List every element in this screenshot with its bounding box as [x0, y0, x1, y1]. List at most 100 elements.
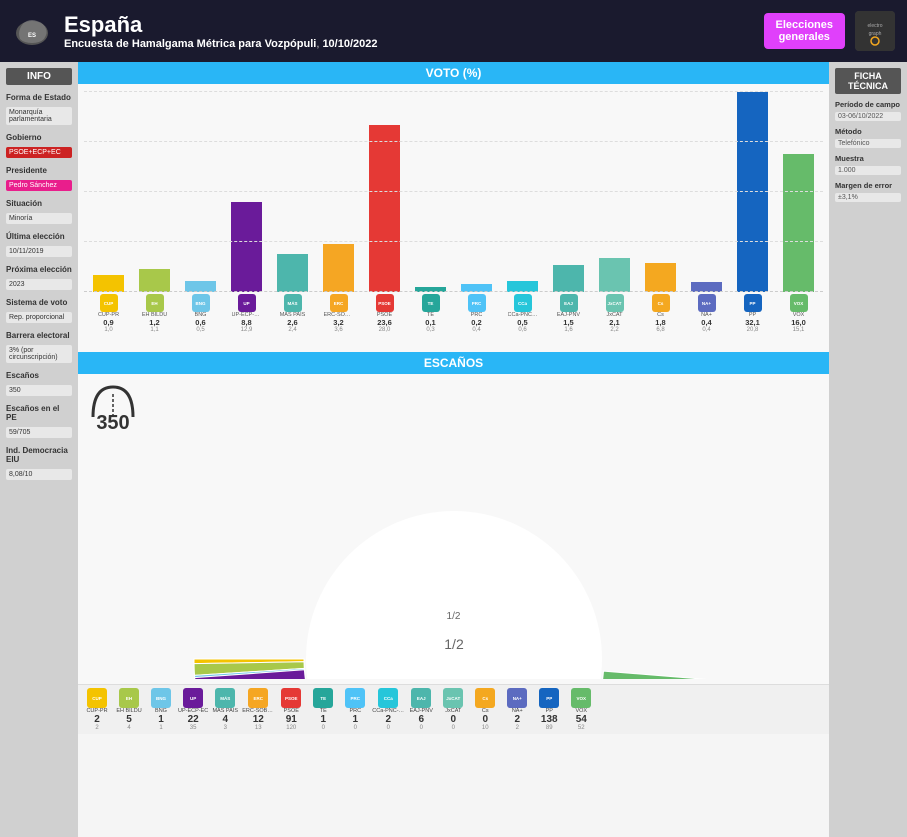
- content-area: INFO Forma de Estado Monarquía parlament…: [0, 62, 907, 837]
- presidente-value: Pedro Sánchez: [6, 180, 72, 191]
- seats-sub-up-ecp-ec: 35: [190, 725, 197, 731]
- header-text: España Encuesta de Hamalgama Métrica par…: [64, 12, 378, 50]
- party-vote-subvalue-erc-sobirani: 3,6: [334, 327, 342, 333]
- seats-item-vox: VOXVOX5452: [566, 688, 596, 731]
- party-vote-value-na+: 0,4: [701, 318, 711, 327]
- voto-section: VOTO (%): [78, 62, 829, 352]
- seats-item-erc-sobirani: ERCERC-SOBIRANI1213: [242, 688, 274, 731]
- party-icon-pp: PP: [744, 294, 762, 312]
- total-seats-number: 350: [96, 412, 129, 435]
- parliament-container: 350 1/2 1/2: [78, 374, 829, 684]
- party-values-bar: 0,91,01,21,10,60,58,812,92,62,43,23,623,…: [84, 318, 823, 333]
- party-vote-subvalue-más pais: 2,4: [288, 327, 296, 333]
- header-right: Elecciones generales electro graph: [764, 11, 895, 51]
- seats-sub-prc: 0: [354, 725, 357, 731]
- seats-value-bng: 1: [158, 714, 164, 725]
- media-name: Vozpópuli: [265, 38, 317, 50]
- ultima-value: 10/11/2019: [6, 246, 72, 257]
- party-vote-value-prc: 0,2: [471, 318, 481, 327]
- party-vote-subvalue-pp: 20,8: [747, 327, 759, 333]
- seats-item-te: TETE10: [308, 688, 338, 731]
- seats-sub-te: 0: [322, 725, 325, 731]
- metodo-value: Telefónico: [835, 139, 901, 148]
- party-vote-subvalue-bng: 0,5: [196, 327, 204, 333]
- survey-date: 10/10/2022: [322, 38, 377, 50]
- party-vote-value-vox: 16,0: [791, 318, 806, 327]
- party-icon-eaj-pnv: EAJ: [560, 294, 578, 312]
- periodo-label: Período de campo: [835, 100, 901, 109]
- grid-line-25: [84, 241, 823, 242]
- ind-demo-value: 8,08/10: [6, 469, 72, 480]
- party-vote-value-psoe: 23,6: [377, 318, 392, 327]
- seats-sub-eaj-pnv: 0: [420, 725, 423, 731]
- party-vote-value-erc-sobirani: 3,2: [333, 318, 343, 327]
- seats-item-psoe: PSOEPSOE91120: [276, 688, 306, 731]
- party-vote-subvalue-eh bildu: 1,1: [150, 327, 158, 333]
- proxima-label: Próxima elección: [6, 265, 72, 274]
- seats-item-más pais: MÁSMÁS PAIS43: [210, 688, 240, 731]
- party-vote-value-eh bildu: 1,2: [149, 318, 159, 327]
- seats-item-eaj-pnv: EAJEAJ-PNV60: [406, 688, 436, 731]
- seats-sub-erc-sobirani: 13: [255, 725, 262, 731]
- party-icon-cca-pnc-nc: CCa: [514, 294, 532, 312]
- margen-label: Margen de error: [835, 181, 901, 190]
- seats-icon-pp: PP: [539, 688, 559, 708]
- seats-icon-más pais: MÁS: [215, 688, 235, 708]
- party-icon-te: TE: [422, 294, 440, 312]
- seats-icon-cup-pr: CUP: [87, 688, 107, 708]
- seats-item-jxcat: JxCATJxCAT00: [438, 688, 468, 731]
- grid-line-75: [84, 141, 823, 142]
- seats-sub-bng: 1: [159, 725, 162, 731]
- periodo-value: 03-06/10/2022: [835, 112, 901, 121]
- party-icon-bng: BNG: [192, 294, 210, 312]
- seats-item-na+: NA+NA+22: [502, 688, 532, 731]
- seats-item-up-ecp-ec: UPUP-ECP-EC2235: [178, 688, 208, 731]
- svg-text:graph: graph: [869, 31, 882, 37]
- party-vote-subvalue-prc: 0,4: [472, 327, 480, 333]
- survey-text: Encuesta de: [64, 38, 129, 50]
- proxima-value: 2023: [6, 279, 72, 290]
- seats-value-na+: 2: [514, 714, 520, 725]
- seats-value-cup-pr: 2: [94, 714, 100, 725]
- party-icon-prc: PRC: [468, 294, 486, 312]
- seats-icon-te: TE: [313, 688, 333, 708]
- party-vote-value-eaj-pnv: 1,5: [563, 318, 573, 327]
- seats-value-pp: 138: [541, 714, 558, 725]
- total-seats-display: 350: [88, 382, 138, 435]
- seats-item-prc: PRCPRC10: [340, 688, 370, 731]
- seats-item-eh bildu: EHEH BILDU54: [114, 688, 144, 731]
- party-vote-value-más pais: 2,6: [287, 318, 297, 327]
- seats-sub-vox: 52: [578, 725, 585, 731]
- center-label: 1/2: [447, 611, 461, 622]
- seats-value-te: 1: [320, 714, 326, 725]
- seats-item-bng: BNGBNG11: [146, 688, 176, 731]
- header: ES España Encuesta de Hamalgama Métrica …: [0, 0, 907, 62]
- seats-value-eaj-pnv: 6: [418, 714, 424, 725]
- party-vote-subvalue-vox: 15,1: [793, 327, 805, 333]
- escanos-section: ESCAÑOS 350 1/2: [78, 352, 829, 837]
- party-vote-value-pp: 32,1: [745, 318, 760, 327]
- grid-line-bottom: [84, 291, 823, 292]
- seats-icon-eaj-pnv: EAJ: [411, 688, 431, 708]
- forma-estado-value: Monarquía parlamentaria: [6, 107, 72, 125]
- seats-icon-erc-sobirani: ERC: [248, 688, 268, 708]
- parliament-svg: 1/2: [154, 379, 754, 679]
- svg-text:1/2: 1/2: [444, 636, 464, 652]
- party-vote-value-cs: 1,8: [655, 318, 665, 327]
- seats-item-cup-pr: CUPCUP-PR22: [82, 688, 112, 731]
- seats-value-psoe: 91: [286, 714, 297, 725]
- seats-sub-cca-pnc-nc: 0: [387, 725, 390, 731]
- party-icon-cup-pr: CUP: [100, 294, 118, 312]
- seats-sub-cs: 10: [482, 725, 489, 731]
- barrera-value: 3% (por circunscripción): [6, 345, 72, 363]
- seats-item-pp: PPPP13889: [534, 688, 564, 731]
- party-icon-cs: Cs: [652, 294, 670, 312]
- seats-icon-prc: PRC: [345, 688, 365, 708]
- seats-value-eh bildu: 5: [126, 714, 132, 725]
- forma-estado-label: Forma de Estado: [6, 93, 72, 102]
- seats-sub-más pais: 3: [224, 725, 227, 731]
- party-icon-erc-sobirani: ERC: [330, 294, 348, 312]
- seats-value-jxcat: 0: [450, 714, 456, 725]
- spain-map-icon: ES: [12, 11, 52, 51]
- seats-icon-jxcat: JxCAT: [443, 688, 463, 708]
